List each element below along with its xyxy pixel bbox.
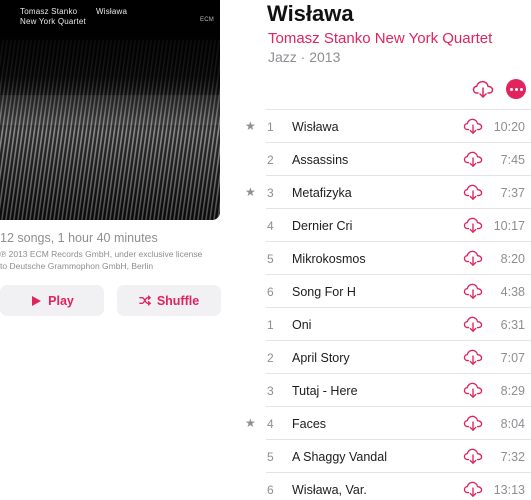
track-duration: 10:20 [493, 120, 525, 134]
track-row[interactable]: ★ 4 Faces 8:04 [238, 407, 531, 440]
track-title: Oni [292, 318, 312, 332]
track-row[interactable]: 3 Tutaj - Here 8:29 [238, 374, 531, 407]
copyright-line-2: to Deutsche Grammophon GmbH, Berlin [0, 261, 154, 271]
track-row[interactable]: 2 April Story 7:07 [238, 341, 531, 374]
track-number: 6 [267, 483, 274, 497]
cloud-download-icon[interactable] [463, 414, 483, 432]
more-options-button[interactable] [506, 79, 526, 99]
cover-artist-text: Tomasz Stanko [20, 7, 78, 16]
track-title: Assassins [292, 153, 349, 167]
track-duration: 8:20 [500, 252, 525, 266]
star-icon: ★ [245, 416, 256, 430]
track-duration: 7:32 [500, 450, 525, 464]
cloud-download-icon[interactable] [463, 216, 483, 234]
more-ellipsis-icon [509, 87, 513, 91]
track-number: 6 [267, 285, 274, 299]
track-number: 3 [267, 186, 274, 200]
track-duration: 13:13 [493, 483, 525, 497]
track-title: Wisława [292, 120, 339, 134]
play-button-label: Play [48, 293, 74, 308]
track-row[interactable]: 2 Assassins 7:45 [238, 143, 531, 176]
download-album-button[interactable] [472, 79, 494, 99]
track-number: 1 [267, 120, 274, 134]
track-title: Mikrokosmos [292, 252, 366, 266]
album-copyright: ℗ 2013 ECM Records GmbH, under exclusive… [0, 248, 225, 272]
track-duration: 4:38 [500, 285, 525, 299]
track-title: A Shaggy Vandal [292, 450, 387, 464]
shuffle-icon [139, 295, 151, 307]
track-duration: 6:31 [500, 318, 525, 332]
cloud-download-icon[interactable] [463, 150, 483, 168]
play-button[interactable]: Play [0, 285, 104, 316]
track-duration: 7:07 [500, 351, 525, 365]
album-cover[interactable]: Tomasz Stanko Wisława New York Quartet E… [0, 0, 220, 220]
track-row[interactable]: 5 A Shaggy Vandal 7:32 [238, 440, 531, 473]
cloud-download-icon[interactable] [463, 282, 483, 300]
album-song-count: 12 songs, 1 hour 40 minutes [0, 231, 158, 245]
track-duration: 7:45 [500, 153, 525, 167]
track-number: 5 [267, 252, 274, 266]
track-number: 3 [267, 384, 274, 398]
track-row[interactable]: 1 Oni 6:31 [238, 308, 531, 341]
shuffle-button[interactable]: Shuffle [117, 285, 221, 316]
cloud-download-icon [472, 80, 494, 98]
track-number: 4 [267, 417, 274, 431]
cloud-download-icon[interactable] [463, 249, 483, 267]
track-list: ★ 1 Wisława 10:20 2 Assassins 7:45 ★ 3 Metafizyka… [238, 109, 531, 500]
track-number: 2 [267, 153, 274, 167]
track-number: 5 [267, 450, 274, 464]
cloud-download-icon[interactable] [463, 447, 483, 465]
track-row[interactable]: ★ 1 Wisława 10:20 [238, 110, 531, 143]
track-duration: 7:37 [500, 186, 525, 200]
track-number: 2 [267, 351, 274, 365]
track-number: 4 [267, 219, 274, 233]
track-title: Faces [292, 417, 327, 431]
cover-quartet-text: New York Quartet [20, 17, 86, 26]
track-duration: 10:17 [493, 219, 525, 233]
album-genre-year: Jazz · 2013 [268, 49, 341, 65]
cloud-download-icon[interactable] [463, 183, 483, 201]
cloud-download-icon[interactable] [463, 381, 483, 399]
track-title: Metafizyka [292, 186, 352, 200]
more-ellipsis-dot [514, 87, 518, 91]
track-title: April Story [292, 351, 350, 365]
track-row[interactable]: 6 Wisława, Var. 13:13 [238, 473, 531, 500]
track-title: Song For H [292, 285, 356, 299]
cloud-download-icon[interactable] [463, 315, 483, 333]
cover-title-text: Wisława [96, 7, 128, 16]
track-duration: 8:29 [500, 384, 525, 398]
track-row[interactable]: ★ 3 Metafizyka 7:37 [238, 176, 531, 209]
cloud-download-icon[interactable] [463, 480, 483, 498]
play-icon [30, 295, 42, 307]
track-title: Dernier Cri [292, 219, 353, 233]
copyright-line-1: ℗ 2013 ECM Records GmbH, under exclusive… [0, 249, 203, 259]
track-duration: 8:04 [500, 417, 525, 431]
track-row[interactable]: 5 Mikrokosmos 8:20 [238, 242, 531, 275]
cover-label-logo: ECM [200, 17, 214, 23]
album-artist-link[interactable]: Tomasz Stanko New York Quartet [268, 30, 492, 47]
track-row[interactable]: 4 Dernier Cri 10:17 [238, 209, 531, 242]
album-title: Wisława [267, 1, 354, 26]
cloud-download-icon[interactable] [463, 117, 483, 135]
star-icon: ★ [245, 185, 256, 199]
track-number: 1 [267, 318, 274, 332]
star-icon: ★ [245, 119, 256, 133]
track-title: Wisława, Var. [292, 483, 367, 497]
shuffle-button-label: Shuffle [156, 293, 200, 308]
cover-artwork [0, 0, 220, 220]
track-row[interactable]: 6 Song For H 4:38 [238, 275, 531, 308]
track-title: Tutaj - Here [292, 384, 358, 398]
cloud-download-icon[interactable] [463, 348, 483, 366]
more-ellipsis-dot [519, 87, 523, 91]
